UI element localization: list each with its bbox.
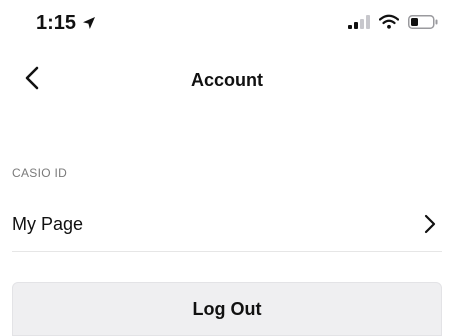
logout-button[interactable]: Log Out xyxy=(12,282,442,336)
battery-icon xyxy=(408,14,438,29)
my-page-row[interactable]: My Page xyxy=(12,196,442,252)
status-time: 1:15 xyxy=(36,10,96,36)
status-time-text: 1:15 xyxy=(36,12,77,34)
my-page-label: My Page xyxy=(12,213,84,234)
chevron-right-icon xyxy=(418,212,442,236)
location-arrow-icon xyxy=(82,16,96,30)
wifi-icon xyxy=(379,14,399,29)
cellular-signal-icon xyxy=(348,14,370,29)
page-title: Account xyxy=(191,70,263,90)
section-header-casio-id: CASIO ID xyxy=(12,166,68,180)
account-screen: 1:15 Account CASIO ID My Page Log Out xyxy=(0,0,454,336)
status-icons xyxy=(348,14,438,29)
